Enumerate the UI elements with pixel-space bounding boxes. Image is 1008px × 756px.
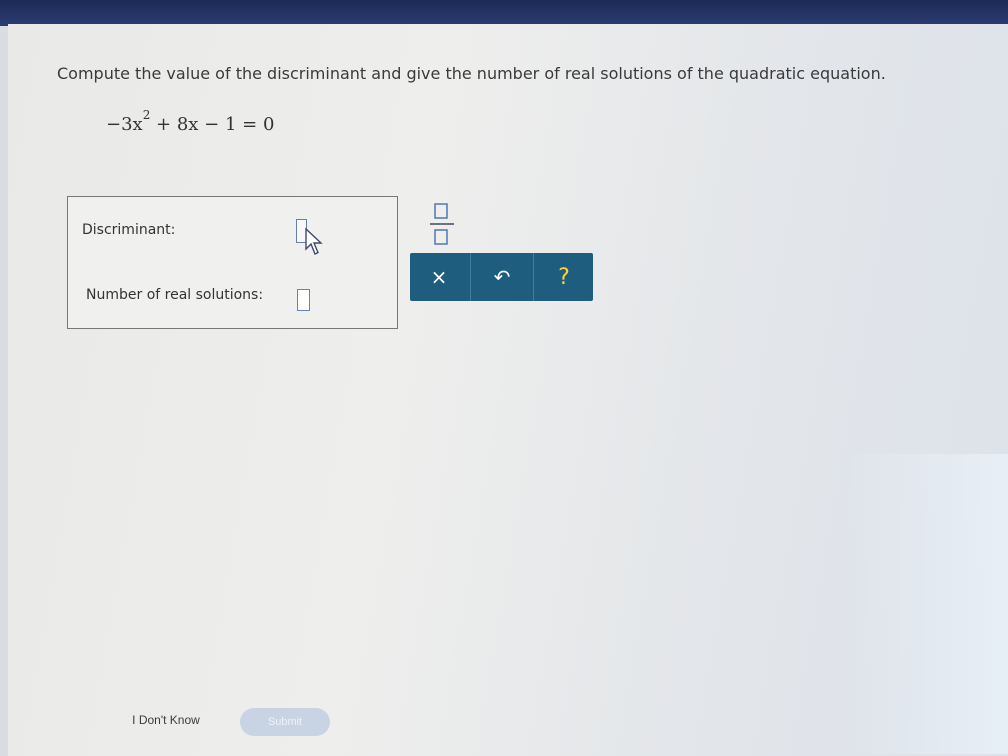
answer-panel: Discriminant: Number of real solutions: [67, 196, 398, 329]
question-text: Compute the value of the discriminant an… [57, 64, 886, 83]
quadratic-equation: −3x2 + 8x − 1 = 0 [106, 108, 275, 135]
undo-icon: ↶ [493, 265, 511, 289]
equation-rest: + 8x − 1 = 0 [150, 114, 275, 135]
dont-know-button[interactable]: I Don't Know [110, 706, 222, 734]
real-solutions-label: Number of real solutions: [86, 287, 264, 303]
real-solutions-input[interactable] [297, 289, 310, 311]
help-icon: ? [558, 264, 570, 290]
clear-button[interactable]: × [410, 253, 468, 301]
equation-exponent: 2 [142, 108, 151, 122]
help-button[interactable]: ? [533, 253, 594, 301]
monitor-bezel [0, 0, 1008, 26]
submit-button[interactable]: Submit [240, 708, 330, 736]
equation-lead: −3x [106, 114, 143, 135]
mouse-cursor-icon [305, 227, 323, 255]
undo-button[interactable]: ↶ [470, 253, 533, 301]
discriminant-label: Discriminant: [82, 222, 176, 238]
close-icon: × [430, 265, 448, 289]
screen-glare [848, 454, 1008, 754]
fraction-icon[interactable] [424, 200, 460, 250]
math-toolbar: × ↶ ? [410, 253, 593, 301]
